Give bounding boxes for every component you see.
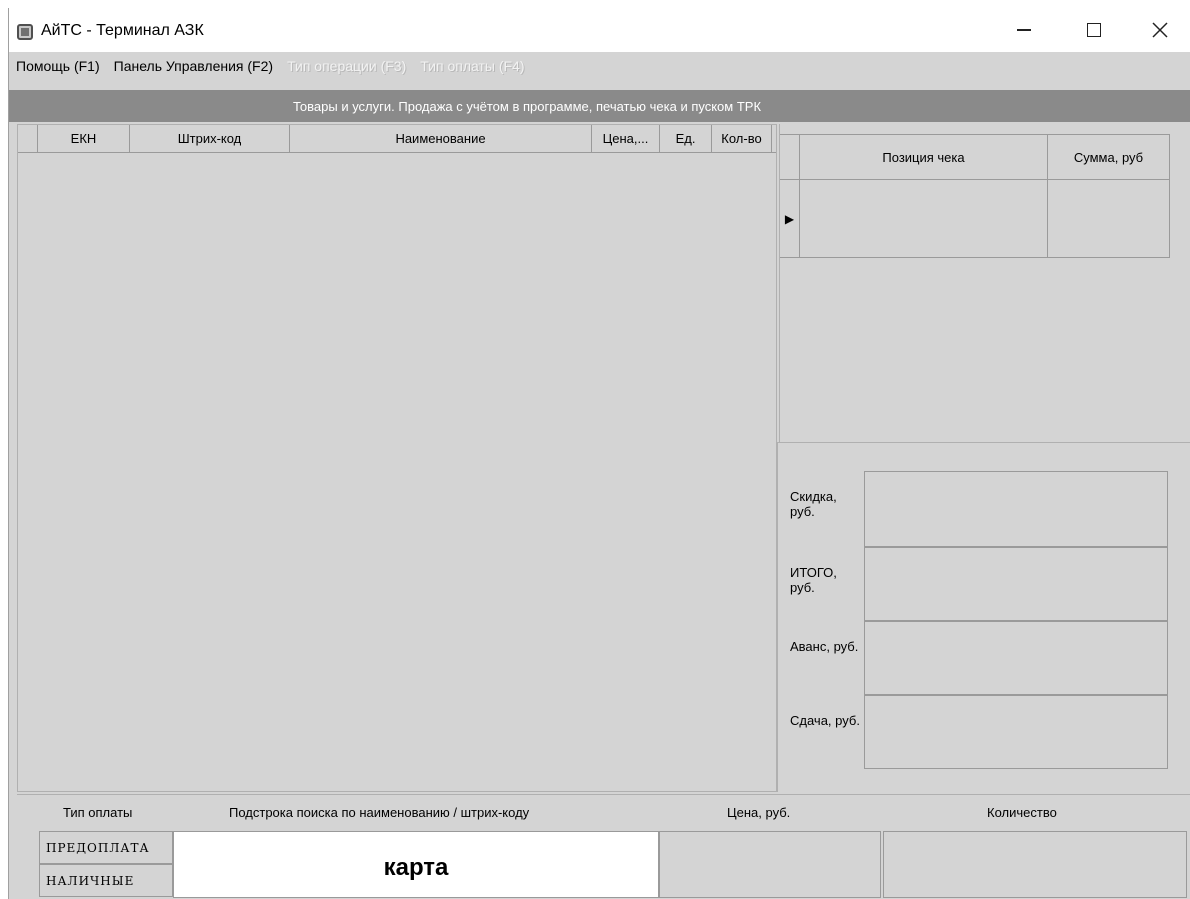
receipt-cell-sum[interactable] bbox=[1048, 180, 1170, 257]
receipt-table[interactable]: Позиция чека Сумма, руб ▶ bbox=[779, 124, 1170, 442]
payment-option-prepayment[interactable]: ПРЕДОПЛАТА bbox=[39, 831, 173, 864]
close-button[interactable] bbox=[1137, 14, 1183, 46]
terminal-window: АйТС - Терминал АЗК Помощь (F1) Панель У… bbox=[8, 8, 1190, 899]
goods-col-name[interactable]: Наименование bbox=[290, 125, 592, 152]
receipt-cell-position[interactable] bbox=[800, 180, 1048, 257]
quantity-field[interactable] bbox=[883, 831, 1187, 898]
current-row-icon: ▶ bbox=[780, 180, 800, 257]
search-input[interactable]: карта bbox=[173, 831, 659, 898]
goods-col-quantity[interactable]: Кол-во bbox=[712, 125, 772, 152]
receipt-col-sum[interactable]: Сумма, руб bbox=[1048, 135, 1170, 179]
maximize-button[interactable] bbox=[1071, 14, 1117, 46]
change-field bbox=[864, 695, 1168, 769]
price-field[interactable] bbox=[659, 831, 881, 898]
menu-operation-type: Тип операции (F3) bbox=[287, 58, 407, 74]
goods-col-ekn[interactable]: ЕКН bbox=[38, 125, 130, 152]
quantity-label: Количество bbox=[987, 805, 1057, 820]
input-panel: Тип оплаты Подстрока поиска по наименова… bbox=[17, 794, 1190, 899]
minimize-icon bbox=[1017, 29, 1031, 31]
goods-col-price[interactable]: Цена,... bbox=[592, 125, 660, 152]
app-icon bbox=[17, 24, 33, 40]
goods-table-header: ЕКН Штрих-код Наименование Цена,... Ед. … bbox=[18, 125, 776, 153]
goods-col-barcode[interactable]: Штрих-код bbox=[130, 125, 290, 152]
close-icon bbox=[1152, 22, 1168, 38]
total-label: ИТОГО, руб. bbox=[790, 565, 837, 595]
receipt-row-indicator-header bbox=[780, 135, 800, 179]
totals-panel: Скидка, руб. ИТОГО, руб. Аванс, руб. Сда… bbox=[777, 442, 1190, 792]
payment-option-cash[interactable]: НАЛИЧНЫЕ bbox=[39, 864, 173, 897]
mode-banner: Товары и услуги. Продажа с учётом в прог… bbox=[9, 90, 1190, 122]
mode-banner-text: Товары и услуги. Продажа с учётом в прог… bbox=[293, 98, 762, 114]
minimize-button[interactable] bbox=[1001, 14, 1047, 46]
price-label: Цена, руб. bbox=[727, 805, 791, 820]
receipt-col-position[interactable]: Позиция чека bbox=[800, 135, 1048, 179]
table-row[interactable]: ▶ bbox=[780, 180, 1170, 258]
menu-help[interactable]: Помощь (F1) bbox=[9, 58, 107, 74]
menu-bar: Помощь (F1) Панель Управления (F2) Тип о… bbox=[9, 54, 1190, 78]
payment-type-label: Тип оплаты bbox=[63, 805, 133, 820]
search-label: Подстрока поиска по наименованию / штрих… bbox=[229, 805, 530, 820]
advance-field[interactable] bbox=[864, 621, 1168, 695]
advance-label: Аванс, руб. bbox=[790, 639, 859, 654]
goods-col-unit[interactable]: Ед. bbox=[660, 125, 712, 152]
receipt-table-header: Позиция чека Сумма, руб bbox=[780, 134, 1170, 180]
title-bar[interactable]: АйТС - Терминал АЗК bbox=[9, 8, 1190, 52]
discount-field bbox=[864, 471, 1168, 547]
goods-table[interactable]: ЕКН Штрих-код Наименование Цена,... Ед. … bbox=[17, 124, 777, 792]
window-title: АйТС - Терминал АЗК bbox=[41, 22, 204, 39]
total-field bbox=[864, 547, 1168, 621]
menu-control-panel[interactable]: Панель Управления (F2) bbox=[107, 58, 280, 74]
change-label: Сдача, руб. bbox=[790, 713, 860, 728]
goods-row-indicator-header bbox=[18, 125, 38, 152]
menu-payment-type: Тип оплаты (F4) bbox=[420, 58, 525, 74]
discount-label: Скидка, руб. bbox=[790, 489, 837, 519]
maximize-icon bbox=[1087, 23, 1101, 37]
